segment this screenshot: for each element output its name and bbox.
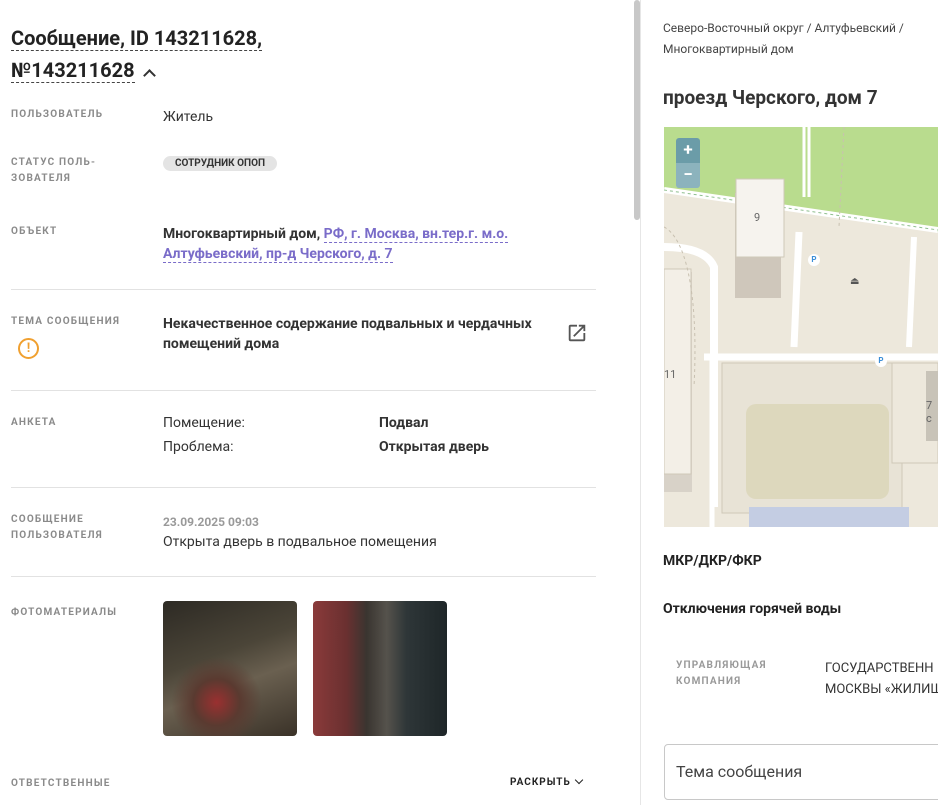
topic-value: Некачественное содержание подвальных и ч…	[163, 316, 532, 352]
warning-icon: !	[18, 338, 39, 359]
map-canvas: ⏏	[664, 127, 938, 527]
message-topic-input[interactable]: Тема сообщения	[664, 744, 938, 800]
zoom-in-button[interactable]: +	[676, 138, 700, 163]
house-number-9: 9	[754, 211, 761, 224]
photo-thumbnail-1[interactable]	[163, 601, 297, 736]
form-label: АНКЕТА	[11, 417, 57, 428]
section-hot-water: Отключения горячей воды	[663, 601, 842, 617]
house-number-7: 7 с	[926, 399, 933, 425]
form-q2: Проблема:	[163, 439, 234, 455]
house-number-11: 11	[664, 368, 677, 381]
divider	[11, 390, 596, 391]
user-status-label: СТАТУС ПОЛЬ- ЗОВАТЕЛЯ	[11, 157, 97, 184]
topic-label: ТЕМА СООБЩЕНИЯ	[11, 316, 121, 327]
responsible-label: ОТВЕТСТВЕННЫЕ	[11, 778, 111, 789]
object-address-link[interactable]: РФ, г. Москва, вн.тер.г. м.о.	[323, 226, 509, 243]
parking-icon: P	[808, 254, 820, 266]
user-label: ПОЛЬЗОВАТЕЛЬ	[11, 109, 104, 120]
status-badge: СОТРУДНИК ОПОП	[163, 156, 278, 171]
user-message-label: СООБЩЕНИЕ ПОЛЬЗОВАТЕЛЯ	[11, 514, 103, 541]
object-panel: Северо-Восточный округ / Алтуфьевский / М…	[641, 0, 938, 805]
photo-thumbnail-2[interactable]	[313, 601, 447, 736]
form-q1: Помещение:	[163, 415, 245, 431]
map[interactable]: ⏏ + − 9 11 7 с P P	[664, 127, 938, 527]
parking-icon: P	[875, 355, 887, 367]
message-panel: Сообщение, ID 143211628, №143211628 ПОЛЬ…	[0, 0, 640, 805]
expand-button[interactable]: РАСКРЫТЬ	[510, 777, 582, 788]
user-value: Житель	[163, 109, 214, 125]
zoom-out-button[interactable]: −	[676, 163, 700, 188]
management-company-value: ГОСУДАРСТВЕНН МОСКВЫ «ЖИЛИЩ	[825, 661, 938, 697]
message-title[interactable]: Сообщение, ID 143211628, №143211628	[11, 22, 263, 86]
chevron-up-icon[interactable]	[142, 69, 156, 82]
map-zoom: + −	[676, 138, 700, 188]
form-a1: Подвал	[379, 415, 429, 431]
management-company-label: УПРАВЛЯЮЩАЯ КОМПАНИЯ	[676, 660, 767, 687]
form-a2: Открытая дверь	[379, 439, 489, 455]
section-mkr: МКР/ДКР/ФКР	[663, 553, 762, 569]
divider	[11, 289, 596, 290]
object-value: Многоквартирный дом, РФ, г. Москва, вн.т…	[163, 226, 509, 263]
photos-label: ФОТОМАТЕРИАЛЫ	[11, 607, 118, 618]
divider	[11, 487, 596, 488]
object-address-title: проезд Черского, дом 7	[663, 86, 878, 109]
breadcrumb: Северо-Восточный округ / Алтуфьевский / М…	[663, 21, 904, 56]
message-date: 23.09.2025 09:03	[163, 515, 259, 529]
object-label: ОБЪЕКТ	[11, 226, 58, 237]
message-text: Открыта дверь в подвальное помещения	[163, 534, 437, 550]
external-link-icon[interactable]	[566, 322, 588, 344]
divider	[11, 576, 596, 577]
svg-text:⏏: ⏏	[850, 276, 859, 287]
object-address-link-2[interactable]: Алтуфьевский, пр-д Черского, д. 7	[163, 246, 393, 263]
